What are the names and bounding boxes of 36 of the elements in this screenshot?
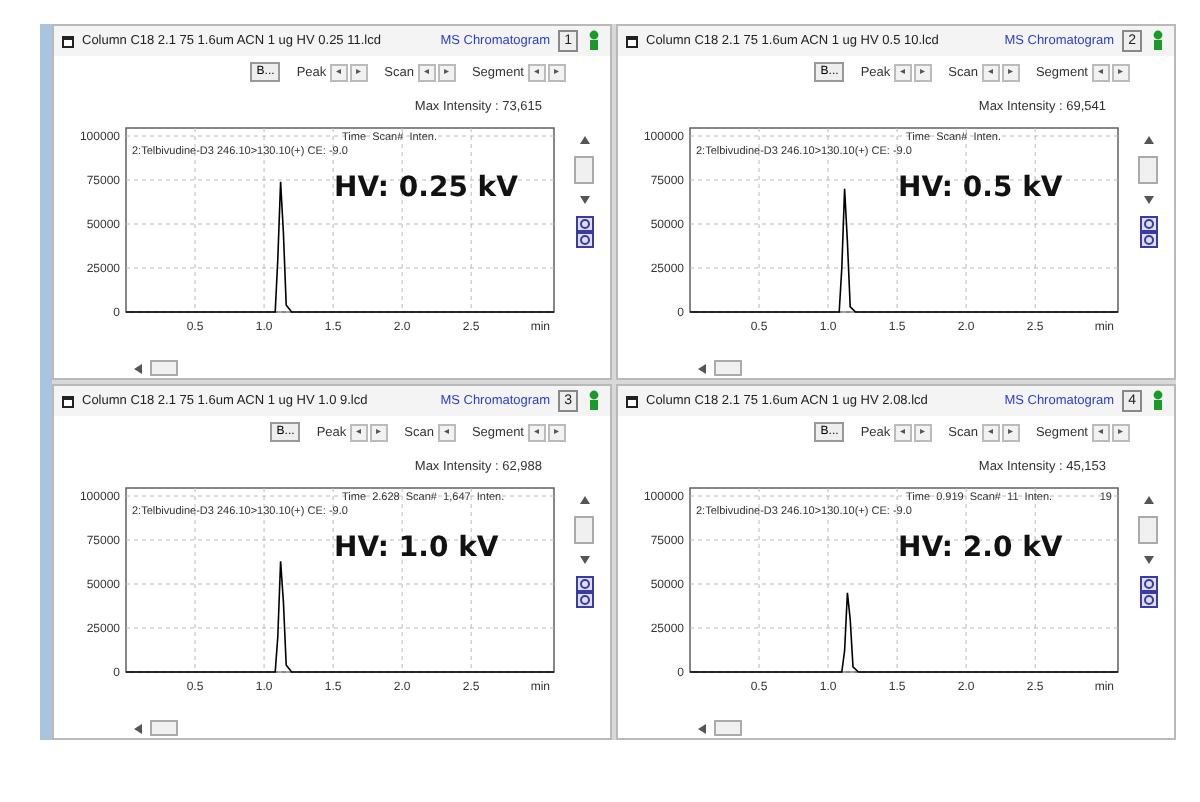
scroll-thumb[interactable]	[1138, 516, 1158, 544]
scroll-thumb[interactable]	[1138, 156, 1158, 184]
scroll-down-icon[interactable]	[1143, 196, 1153, 204]
scroll-left-icon[interactable]	[698, 723, 706, 733]
scroll-thumb[interactable]	[714, 360, 742, 376]
person-icon	[586, 30, 602, 52]
scroll-up-icon[interactable]	[1143, 136, 1153, 144]
zoom-icon[interactable]	[575, 216, 593, 248]
person-icon	[1150, 390, 1166, 412]
scroll-left-icon[interactable]	[698, 363, 706, 373]
window-icon	[626, 35, 638, 47]
scroll-left-icon[interactable]	[134, 363, 142, 373]
person-icon	[586, 390, 602, 412]
scroll-thumb[interactable]	[714, 720, 742, 736]
scroll-thumb[interactable]	[574, 516, 594, 544]
scroll-thumb[interactable]	[574, 156, 594, 184]
voltage-label: HV: 0.5 kV	[898, 172, 1063, 204]
scroll-left-icon[interactable]	[134, 723, 142, 733]
person-icon	[1150, 30, 1166, 52]
zoom-icon[interactable]	[1139, 216, 1157, 248]
window-icon	[626, 395, 638, 407]
scroll-up-icon[interactable]	[579, 496, 589, 504]
scroll-thumb[interactable]	[150, 360, 178, 376]
scroll-down-icon[interactable]	[579, 556, 589, 564]
zoom-icon[interactable]	[575, 576, 593, 608]
zoom-icon[interactable]	[1139, 576, 1157, 608]
voltage-label: HV: 0.25 kV	[334, 172, 518, 204]
scroll-up-icon[interactable]	[579, 136, 589, 144]
voltage-label: HV: 2.0 kV	[898, 532, 1063, 564]
scroll-thumb[interactable]	[150, 720, 178, 736]
scroll-up-icon[interactable]	[1143, 496, 1153, 504]
window-icon	[62, 35, 74, 47]
scroll-down-icon[interactable]	[579, 196, 589, 204]
scroll-down-icon[interactable]	[1143, 556, 1153, 564]
window-icon	[62, 395, 74, 407]
voltage-label: HV: 1.0 kV	[334, 532, 499, 564]
